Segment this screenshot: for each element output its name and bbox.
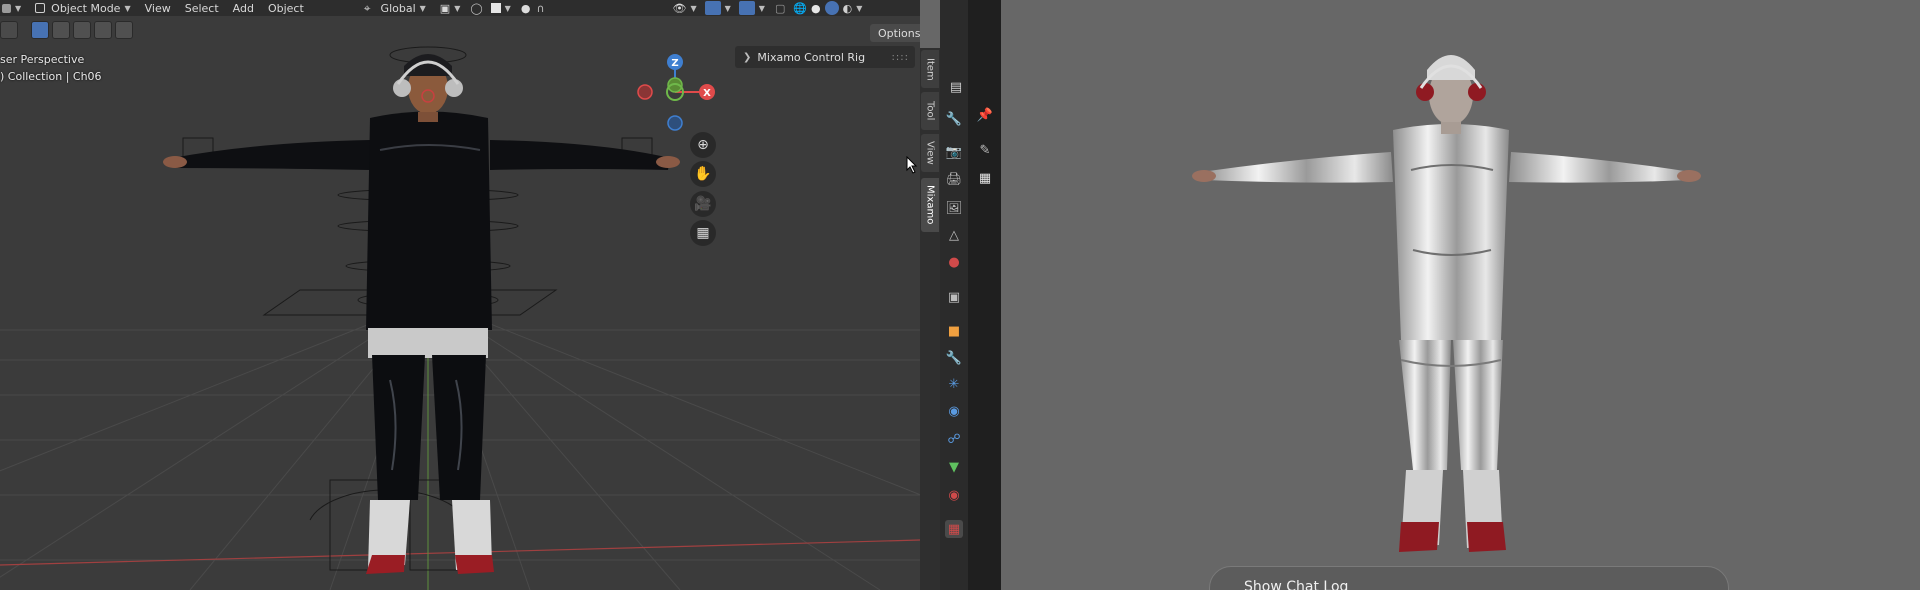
world-properties-icon[interactable]: ●: [945, 253, 963, 271]
drag-handle-icon[interactable]: ::::: [892, 52, 909, 63]
ortho-toggle-button[interactable]: ▦: [690, 220, 716, 246]
mixamo-control-rig-panel[interactable]: ❯ Mixamo Control Rig ::::: [735, 46, 915, 68]
tool-properties-icon[interactable]: 🔧: [945, 110, 963, 128]
orientation-label: Global: [380, 1, 416, 15]
orientation-icon: ⌖: [363, 0, 371, 15]
zoom-icon: ⊕: [697, 137, 709, 153]
view-layer-icon[interactable]: 🖼: [945, 199, 963, 217]
transform-orientation-dropdown[interactable]: ⌖ Global ▼: [364, 0, 426, 16]
neg-z-axis-handle[interactable]: [667, 115, 683, 131]
tab-item[interactable]: Item: [921, 50, 939, 88]
pan-button[interactable]: ✋: [690, 161, 716, 187]
shading-solid-icon[interactable]: ●: [811, 2, 821, 15]
render-properties-icon[interactable]: 📷: [945, 143, 963, 161]
select-mode-row: [0, 20, 133, 40]
visibility-icon[interactable]: 👁: [673, 2, 687, 15]
options-dropdown[interactable]: Options ▼: [870, 24, 920, 42]
mode-label: Object Mode: [51, 1, 121, 15]
overlay-toggle-icon[interactable]: [738, 1, 755, 15]
chevron-down-icon: ▼: [856, 3, 863, 13]
select-new-button[interactable]: [31, 21, 49, 39]
snap-icon[interactable]: ◯: [470, 2, 482, 15]
menu-select[interactable]: Select: [185, 2, 219, 15]
data-properties-icon[interactable]: ▼: [945, 458, 963, 476]
particles-properties-icon[interactable]: ✳: [945, 375, 963, 393]
pivot-dropdown[interactable]: ▣ ▼: [440, 0, 461, 16]
zoom-button[interactable]: ⊕: [690, 132, 716, 158]
brush-icon[interactable]: ✎: [976, 141, 994, 159]
navigation-gizmo[interactable]: Z X: [630, 48, 720, 138]
screen: ▼ Object Mode ▼ View Select Add Object ⌖…: [0, 0, 1920, 590]
chevron-down-icon: ▼: [419, 3, 426, 13]
scene-properties-icon[interactable]: △: [945, 226, 963, 244]
z-axis-label: Z: [671, 58, 678, 69]
panel-title: Mixamo Control Rig: [757, 50, 866, 64]
modifier-properties-icon[interactable]: 🔧: [945, 349, 963, 367]
preview-panel: Show Chat Log: [1001, 0, 1920, 590]
neg-x-axis-handle[interactable]: [637, 84, 653, 100]
falloff-icon[interactable]: ∩: [536, 2, 544, 15]
tab-tool[interactable]: Tool: [921, 92, 939, 130]
collection-properties-icon[interactable]: ▣: [945, 288, 963, 306]
select-extend-button[interactable]: [52, 21, 70, 39]
select-subtract-button[interactable]: [73, 21, 91, 39]
snap-target-icon[interactable]: [490, 3, 501, 13]
sidebar-tabs: Item Tool View Mixamo: [920, 48, 940, 590]
tab-mixamo[interactable]: Mixamo: [921, 178, 939, 232]
chevron-down-icon: ▼: [504, 3, 511, 13]
chevron-down-icon: ▼: [724, 3, 731, 13]
viewport-header: ▼ Object Mode ▼ View Select Add Object ⌖…: [0, 0, 920, 16]
grid-icon: ▦: [696, 225, 710, 241]
select-tool-button[interactable]: [0, 21, 18, 39]
gizmo-toggle-icon[interactable]: [704, 1, 721, 15]
viewport-scene: [0, 46, 920, 590]
view-perspective-label: ser Perspective: [0, 53, 85, 66]
proportional-edit-icon[interactable]: ●: [521, 2, 531, 15]
pin-icon[interactable]: 📌: [976, 106, 994, 124]
shading-wireframe-icon[interactable]: 🌐: [793, 2, 807, 15]
show-chat-log-button[interactable]: Show Chat Log: [1209, 566, 1729, 590]
hand-icon: ✋: [694, 166, 712, 182]
material-properties-icon[interactable]: ◉: [945, 486, 963, 504]
menu-object[interactable]: Object: [268, 2, 304, 15]
chevron-down-icon: ▼: [454, 3, 461, 13]
output-properties-icon[interactable]: 🖨: [945, 170, 963, 188]
chevron-down-icon: ▼: [124, 3, 131, 13]
3d-viewport[interactable]: ▼ Object Mode ▼ View Select Add Object ⌖…: [0, 0, 920, 590]
select-invert-button[interactable]: [94, 21, 112, 39]
menu-view[interactable]: View: [145, 2, 171, 15]
chevron-down-icon: ▼: [690, 3, 697, 13]
texture-properties-icon[interactable]: ▦: [945, 520, 963, 538]
shading-rendered-icon[interactable]: ◐: [843, 2, 853, 15]
editor-type-dropdown[interactable]: ▤: [943, 78, 969, 96]
chevron-down-icon: ▼: [15, 3, 22, 13]
chevron-right-icon: ❯: [743, 51, 752, 63]
camera-icon: 🎥: [694, 196, 712, 212]
x-axis-label: X: [703, 88, 711, 99]
collection-label: ) Collection | Ch06: [0, 70, 102, 83]
shading-material-icon[interactable]: [824, 1, 839, 15]
chat-button-label: Show Chat Log: [1244, 579, 1349, 590]
select-intersect-button[interactable]: [115, 21, 133, 39]
pivot-icon: ▣: [439, 1, 451, 15]
camera-view-button[interactable]: 🎥: [690, 191, 716, 217]
object-properties-icon[interactable]: ■: [945, 322, 963, 340]
checker-texture-icon[interactable]: ▦: [976, 169, 994, 187]
editor-type-icon[interactable]: ▼: [2, 0, 21, 16]
options-label: Options: [878, 26, 920, 40]
object-mode-icon: [35, 3, 46, 13]
tab-view[interactable]: View: [921, 134, 939, 172]
mode-dropdown[interactable]: Object Mode ▼: [35, 0, 131, 16]
mouse-cursor-icon: [906, 156, 918, 174]
chrome-character-render: [1192, 55, 1701, 552]
physics-properties-icon[interactable]: ◉: [945, 402, 963, 420]
constraints-properties-icon[interactable]: ☍: [945, 430, 963, 448]
editor-cube-icon: [2, 3, 11, 13]
properties-tab-column: ▤ 🔧 📷 🖨 🖼 △ ● ▣ ■ 🔧 ✳ ◉ ☍ ▼ ◉ ▦: [940, 0, 968, 590]
properties-editor: ▤ 🔧 📷 🖨 🖼 △ ● ▣ ■ 🔧 ✳ ◉ ☍ ▼ ◉ ▦ 📌 ✎ ▦: [940, 0, 1001, 590]
xray-icon[interactable]: ▢: [775, 2, 785, 15]
menu-add[interactable]: Add: [233, 2, 254, 15]
chevron-down-icon: ▼: [758, 3, 765, 13]
